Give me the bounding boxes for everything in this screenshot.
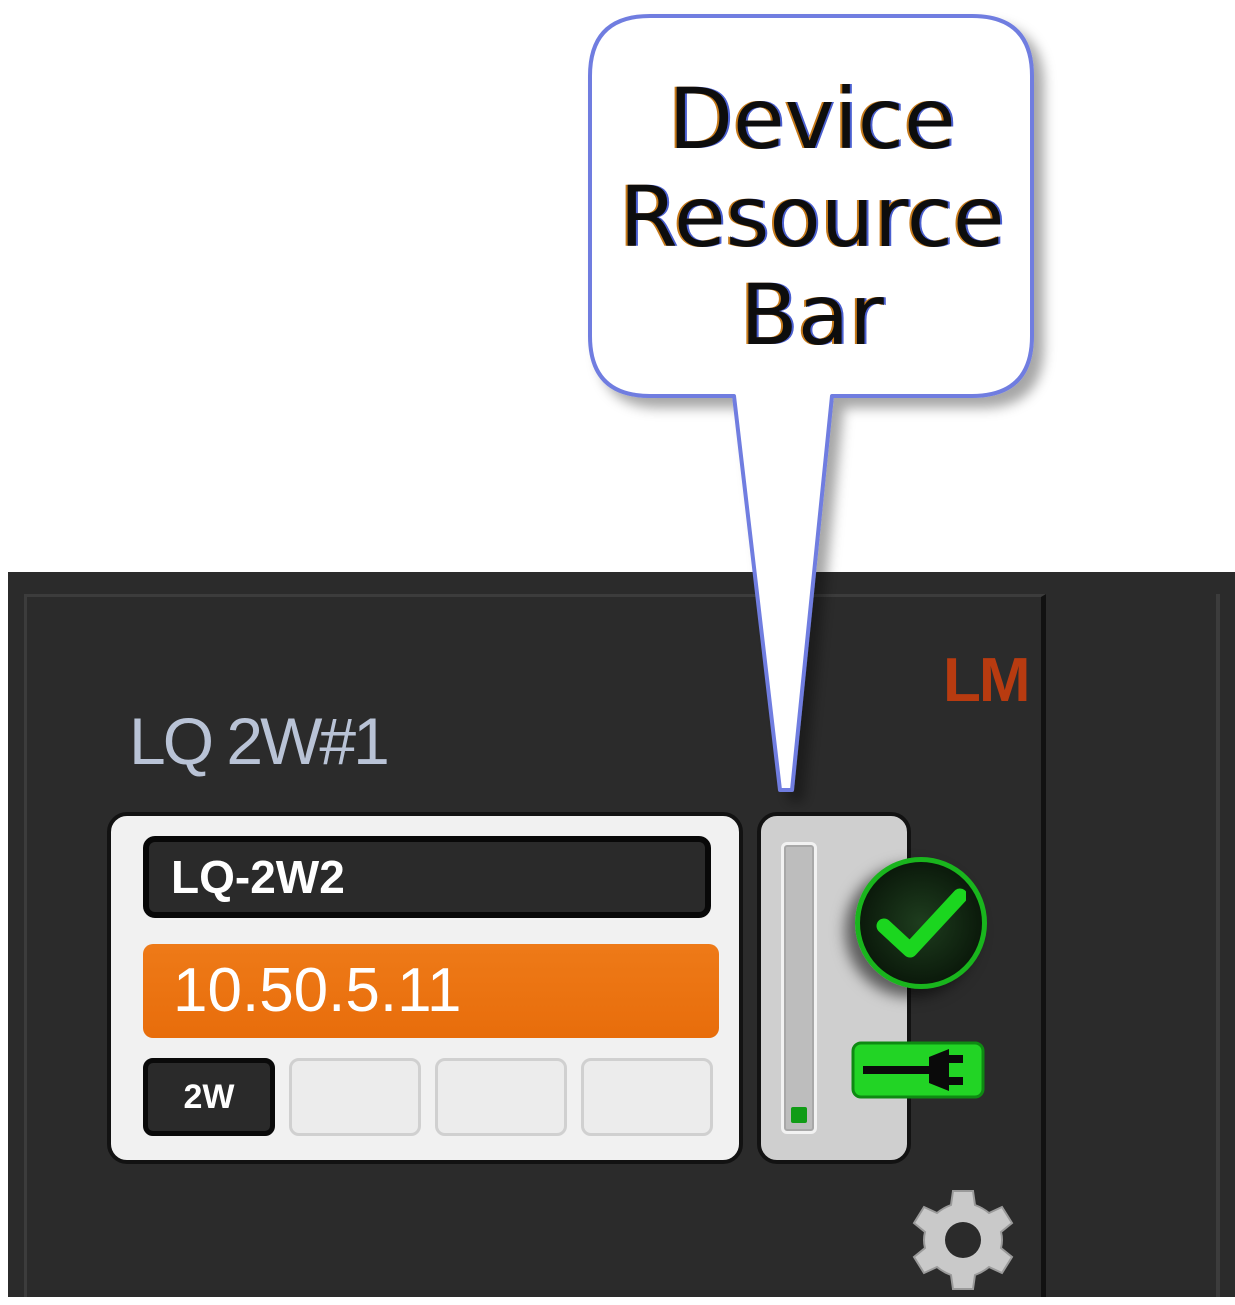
lm-badge: LM [943,646,1031,715]
checkmark-glyph [876,888,966,958]
slot-4[interactable] [581,1058,713,1136]
callout-label: Device Resource Bar [586,70,1038,364]
gear-icon[interactable] [901,1185,1025,1305]
model-label: LQ-2W2 [143,836,711,918]
slot-1[interactable]: 2W [143,1058,275,1136]
device-resource-bar [781,842,817,1134]
resource-bar-fill [791,1107,807,1123]
ip-address: 10.50.5.11 [143,944,719,1038]
callout-line-1: Device [668,70,956,168]
device-tile[interactable]: LM LQ 2W#1 LQ-2W2 10.50.5.11 2W [24,594,1046,1297]
slot-3[interactable] [435,1058,567,1136]
network-plug-icon[interactable] [851,1041,985,1099]
callout-line-2: Resource [619,168,1005,266]
next-device-tile-edge [1216,594,1220,1297]
check-circle-icon[interactable] [855,857,987,989]
callout-line-3: Bar [740,266,884,364]
device-title: LQ 2W#1 [129,704,390,778]
device-panel: LM LQ 2W#1 LQ-2W2 10.50.5.11 2W [8,572,1235,1297]
device-card[interactable]: LQ-2W2 10.50.5.11 2W [107,812,743,1164]
slot-2[interactable] [289,1058,421,1136]
